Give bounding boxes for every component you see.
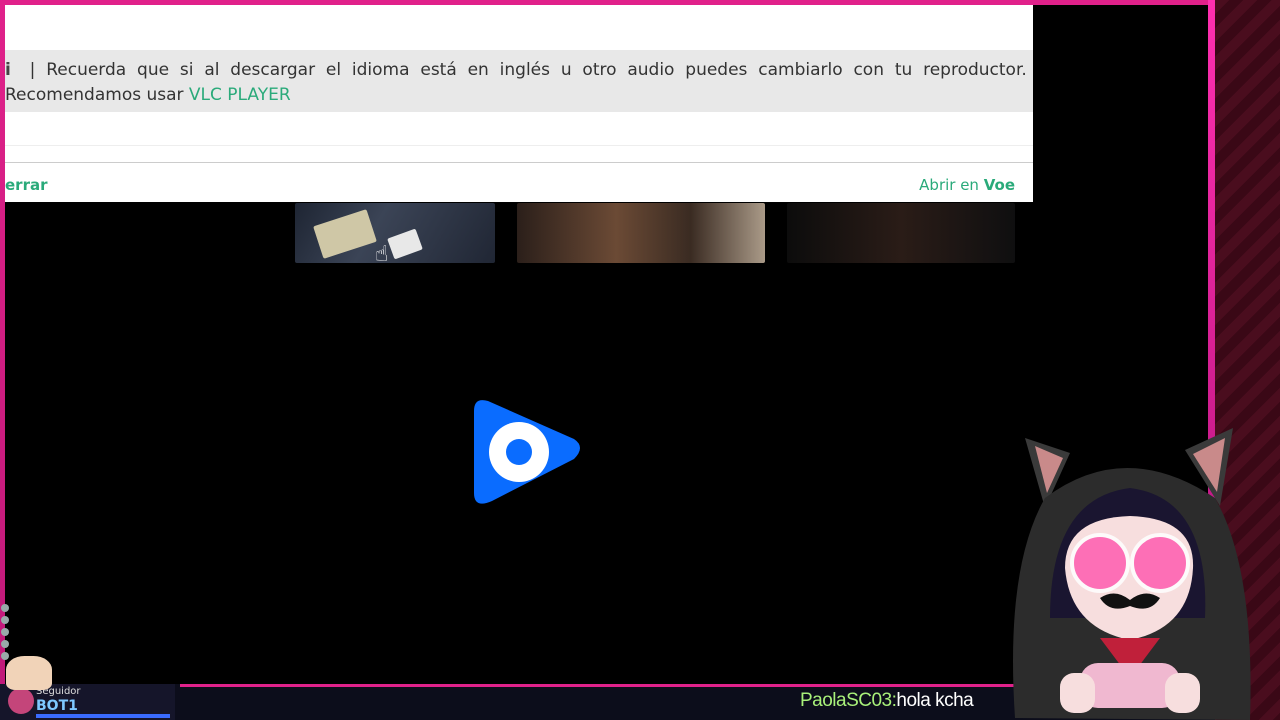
hand-cursor-icon: ☝ — [375, 242, 389, 267]
avatar-glasses-right — [1130, 533, 1190, 593]
open-in-voe-button[interactable]: Abrir en Voe — [919, 176, 1015, 194]
avatar-hand-left — [1060, 673, 1095, 713]
avatar-hand-right — [1165, 673, 1200, 713]
stream-frame-left — [0, 0, 5, 690]
notice-word: al — [204, 60, 220, 80]
stream-frame-top — [0, 0, 1215, 5]
emote-icon — [1, 616, 9, 624]
notice-word: tu — [894, 60, 913, 80]
gamepad-icon — [1080, 663, 1180, 708]
notice-word: cambiarlo — [758, 60, 843, 80]
tarot-card-graphic — [313, 209, 377, 259]
vtuber-avatar — [1013, 428, 1251, 720]
notice-word: reproductor. — [923, 60, 1027, 80]
emote-icon — [1, 628, 9, 636]
info-icon: i — [5, 60, 11, 80]
notice-word: audio — [627, 60, 675, 80]
notice-word: el — [325, 60, 342, 80]
divider — [5, 145, 1033, 146]
notice-line-1: i | Recuerda que si al descargar el idio… — [5, 58, 1027, 83]
notice-word: Recuerda — [46, 60, 127, 80]
notice-word: idioma — [351, 60, 410, 80]
notice-word: inglés — [499, 60, 550, 80]
card-graphic — [387, 228, 423, 260]
notice-line-2: Recomendamos usar VLC PLAYER — [5, 83, 291, 108]
chat-text: hola kcha — [896, 690, 974, 711]
preview-thumbnail[interactable] — [295, 203, 495, 263]
chat-message: PaolaSC03:hola kcha — [800, 690, 974, 712]
notice-word: está — [420, 60, 457, 80]
notice-word: | — [29, 60, 36, 80]
open-in-target: Voe — [983, 176, 1015, 194]
emote-icon — [1, 604, 9, 612]
chibi-sticker — [6, 656, 52, 690]
close-button[interactable]: errar — [5, 176, 48, 194]
preview-thumbnails — [295, 203, 1015, 263]
emote-icon — [1, 640, 9, 648]
notice-word: con — [853, 60, 884, 80]
preview-thumbnail[interactable] — [517, 203, 765, 263]
follower-avatar — [8, 688, 34, 714]
divider — [5, 162, 1033, 163]
chat-username: PaolaSC03: — [800, 690, 897, 711]
notice-word: que — [137, 60, 170, 80]
vlc-player-link[interactable]: VLC PLAYER — [189, 85, 291, 105]
emote-icon — [1, 652, 9, 660]
preview-thumbnail[interactable] — [787, 203, 1015, 263]
notice-word: en — [467, 60, 489, 80]
play-logo-icon[interactable] — [468, 393, 588, 513]
notice-word: si — [179, 60, 194, 80]
avatar-glasses-left — [1070, 533, 1130, 593]
follower-progress-bar — [36, 714, 170, 718]
notice-word: puedes — [685, 60, 748, 80]
notice-recommend-text: Recomendamos usar — [5, 85, 189, 105]
notice-word: u — [560, 60, 572, 80]
language-notice: i | Recuerda que si al descargar el idio… — [5, 50, 1033, 112]
notice-word: descargar — [230, 60, 316, 80]
follower-name: BOT1 — [36, 698, 78, 714]
notice-word: otro — [582, 60, 617, 80]
download-notice-popup: i | Recuerda que si al descargar el idio… — [5, 5, 1033, 202]
open-in-label: Abrir en — [919, 176, 984, 194]
